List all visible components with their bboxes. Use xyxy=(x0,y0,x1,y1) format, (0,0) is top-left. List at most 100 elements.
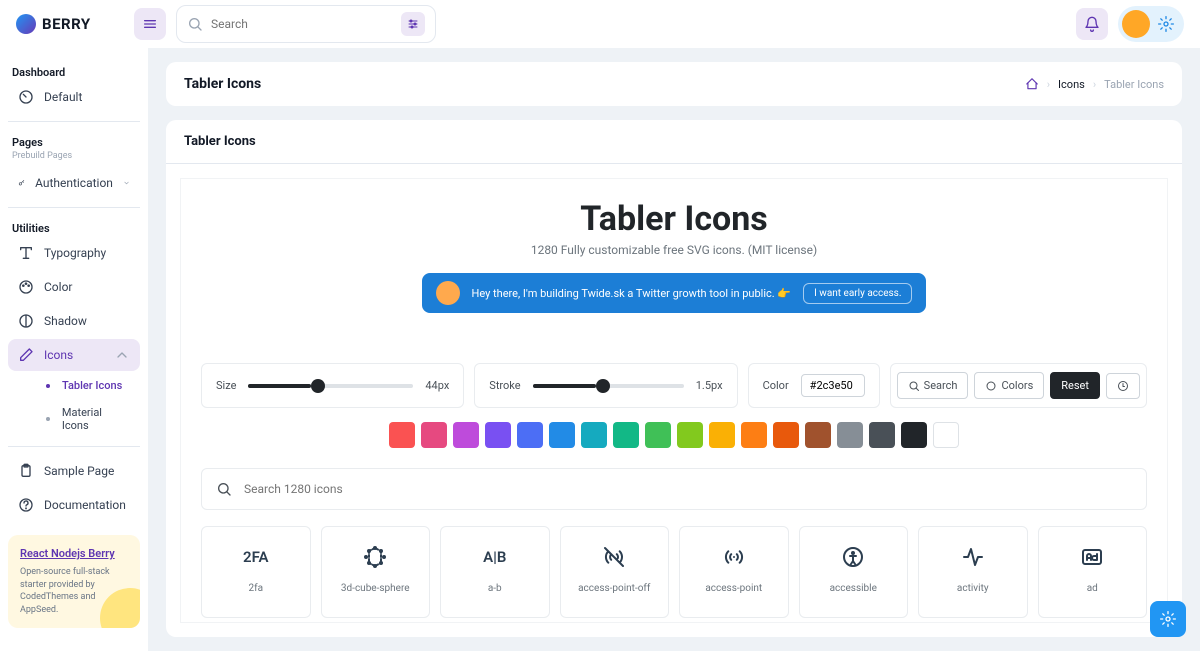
3d-cube-sphere-icon xyxy=(363,543,387,571)
crumb-icons[interactable]: Icons xyxy=(1058,78,1085,91)
help-icon xyxy=(18,497,34,513)
colors-button[interactable]: Colors xyxy=(974,372,1044,399)
reset-button[interactable]: Reset xyxy=(1050,372,1100,399)
gauge-icon xyxy=(18,89,34,105)
icon-cell-a-b[interactable]: A|Ba-b xyxy=(440,526,550,618)
settings-fab[interactable] xyxy=(1150,601,1186,637)
sidebar-item-icons[interactable]: Icons xyxy=(8,339,140,371)
sidebar-item-color[interactable]: Color xyxy=(8,271,140,303)
swatch[interactable] xyxy=(389,422,415,448)
logo[interactable]: BERRY xyxy=(16,14,124,34)
icon-search-input[interactable] xyxy=(244,482,1132,496)
avatar xyxy=(1122,10,1150,38)
icon-search-box[interactable] xyxy=(201,468,1147,510)
swatch[interactable] xyxy=(709,422,735,448)
banner-avatar xyxy=(436,281,460,305)
ad-icon xyxy=(1080,543,1104,571)
sidebar-item-tabler-icons[interactable]: Tabler Icons xyxy=(36,373,140,398)
sidebar-item-typography[interactable]: Typography xyxy=(8,237,140,269)
breadcrumb: › Icons › Tabler Icons xyxy=(1025,77,1164,91)
swatch[interactable] xyxy=(549,422,575,448)
profile-chip[interactable] xyxy=(1118,6,1184,42)
icon-label: activity xyxy=(957,583,989,594)
size-control: Size 44px xyxy=(201,363,464,408)
chevron-up-icon xyxy=(114,347,130,363)
icon-label: ad xyxy=(1087,583,1098,594)
icon-label: 3d-cube-sphere xyxy=(341,583,410,594)
icon-label: accessible xyxy=(830,583,877,594)
icon-cell-ad[interactable]: ad xyxy=(1038,526,1148,618)
icon-grid: 2FA2fa 3d-cube-sphere A|Ba-baccess-point-o… xyxy=(201,526,1147,623)
card-title: Tabler Icons xyxy=(166,120,1182,164)
download-button[interactable] xyxy=(1106,373,1140,399)
sidebar-item-shadow[interactable]: Shadow xyxy=(8,305,140,337)
search-filter-button[interactable] xyxy=(401,12,425,36)
search-icon xyxy=(216,481,232,497)
promo-title[interactable]: React Nodejs Berry xyxy=(20,547,128,560)
bullet-icon xyxy=(46,384,50,388)
global-search[interactable] xyxy=(176,5,436,43)
swatch[interactable] xyxy=(933,422,959,448)
swatch[interactable] xyxy=(805,422,831,448)
size-slider[interactable] xyxy=(248,384,413,388)
sidebar-item-sample[interactable]: Sample Page xyxy=(8,455,140,487)
pencil-icon xyxy=(18,347,34,363)
swatch[interactable] xyxy=(645,422,671,448)
swatch[interactable] xyxy=(677,422,703,448)
notifications-button[interactable] xyxy=(1076,8,1108,40)
section-utilities: Utilities xyxy=(8,216,140,237)
swatch[interactable] xyxy=(581,422,607,448)
sidebar-item-auth[interactable]: Authentication xyxy=(8,167,140,199)
activity-icon xyxy=(961,543,985,571)
shadow-icon xyxy=(18,313,34,329)
swatch[interactable] xyxy=(741,422,767,448)
menu-toggle-button[interactable] xyxy=(134,8,166,40)
menu-icon xyxy=(142,16,158,32)
swatch[interactable] xyxy=(421,422,447,448)
chevron-down-icon xyxy=(123,175,130,191)
sidebar-item-default[interactable]: Default xyxy=(8,81,140,113)
color-control: Color xyxy=(748,363,880,408)
icon-label: a-b xyxy=(488,583,502,594)
color-input[interactable] xyxy=(801,374,865,397)
bullet-icon xyxy=(46,417,50,421)
preview-scroll[interactable]: Tabler Icons 1280 Fully customizable fre… xyxy=(180,178,1168,623)
search-button[interactable]: Search xyxy=(897,372,969,399)
icon-cell-accessible[interactable]: accessible xyxy=(799,526,909,618)
clipboard-icon xyxy=(18,463,34,479)
gear-icon xyxy=(1160,611,1176,627)
icon-cell-activity[interactable]: activity xyxy=(918,526,1028,618)
icon-label: access-point xyxy=(705,583,762,594)
access-point-icon xyxy=(722,543,746,571)
swatch[interactable] xyxy=(613,422,639,448)
icon-cell-2fa[interactable]: 2FA2fa xyxy=(201,526,311,618)
swatch[interactable] xyxy=(517,422,543,448)
sidebar-item-docs[interactable]: Documentation xyxy=(8,489,140,521)
access-point-off-icon xyxy=(602,543,626,571)
crumb-current: Tabler Icons xyxy=(1104,78,1164,91)
swatch[interactable] xyxy=(901,422,927,448)
page-title: Tabler Icons xyxy=(184,76,261,92)
swatch[interactable] xyxy=(485,422,511,448)
search-input[interactable] xyxy=(211,17,393,31)
bell-icon xyxy=(1084,16,1100,32)
section-dashboard: Dashboard xyxy=(8,60,140,81)
swatch[interactable] xyxy=(869,422,895,448)
home-icon[interactable] xyxy=(1025,77,1039,91)
color-palette xyxy=(201,422,1147,448)
icon-cell-access-point[interactable]: access-point xyxy=(679,526,789,618)
banner-text: Hey there, I'm building Twide.sk a Twitt… xyxy=(472,287,792,300)
section-pages: Pages xyxy=(8,130,140,151)
search-icon xyxy=(187,16,203,32)
sidebar-item-material-icons[interactable]: Material Icons xyxy=(36,400,140,438)
icon-cell-3d-cube-sphere[interactable]: 3d-cube-sphere xyxy=(321,526,431,618)
icon-cell-access-point-off[interactable]: access-point-off xyxy=(560,526,670,618)
action-buttons: Search Colors Reset xyxy=(890,363,1147,408)
swatch[interactable] xyxy=(453,422,479,448)
type-icon xyxy=(18,245,34,261)
gear-icon xyxy=(1158,16,1174,32)
swatch[interactable] xyxy=(837,422,863,448)
swatch[interactable] xyxy=(773,422,799,448)
stroke-slider[interactable] xyxy=(533,384,684,388)
banner-cta-button[interactable]: I want early access. xyxy=(803,283,912,304)
